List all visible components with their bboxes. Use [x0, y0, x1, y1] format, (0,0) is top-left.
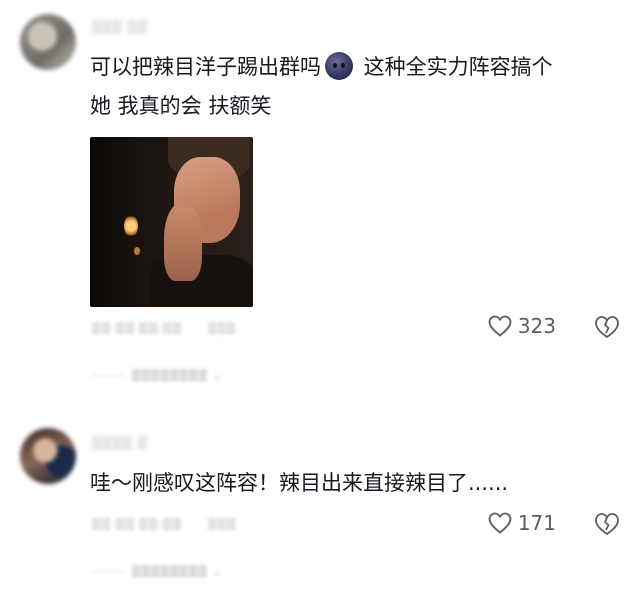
comment-date: ▒▒-▒▒ ▒▒:▒▒ — [92, 322, 182, 335]
like-button[interactable]: 171 — [488, 511, 556, 535]
hand — [164, 203, 202, 281]
comment-date: ▒▒-▒▒ ▒▒:▒▒ — [92, 518, 182, 531]
broken-heart-icon[interactable] — [594, 512, 620, 536]
avatar[interactable] — [20, 428, 76, 484]
expand-replies[interactable]: ▒▒▒▒▒▒▒▒ ⌄ — [92, 564, 222, 578]
heart-outline-icon — [488, 512, 512, 534]
lamp-light-small — [134, 247, 140, 255]
divider-line — [92, 374, 124, 376]
comment-text-part1: 可以把辣目洋子踢出群吗 — [90, 55, 321, 79]
comment-image[interactable] — [90, 137, 253, 307]
reply-button[interactable]: ▒▒▒ — [208, 322, 236, 335]
divider-line — [92, 570, 124, 572]
reply-button[interactable]: ▒▒▒ — [208, 518, 236, 531]
expand-replies[interactable]: ▒▒▒▒▒▒▒▒ ⌄ — [92, 368, 222, 382]
like-count: 323 — [517, 314, 556, 338]
comment-text: 可以把辣目洋子踢出群吗 这种全实力阵容搞个 她 我真的会 扶额笑 — [90, 48, 616, 126]
like-count: 171 — [517, 511, 556, 535]
dark-moon-face-emoji-icon — [325, 52, 353, 80]
comment-meta: ▒▒-▒▒ ▒▒:▒▒ ▒▒▒ — [92, 518, 236, 531]
username[interactable]: ▒▒▒▒ ▒ — [92, 436, 148, 450]
comment-text: 哇～刚感叹这阵容！辣目出来直接辣目了...... — [90, 471, 509, 495]
broken-heart-icon[interactable] — [594, 315, 620, 339]
expand-replies-label: ▒▒▒▒▒▒▒▒ ⌄ — [132, 368, 223, 382]
username[interactable]: ▒▒▒ ▒▒ — [92, 20, 148, 34]
like-button[interactable]: 323 — [488, 314, 556, 338]
expand-replies-label: ▒▒▒▒▒▒▒▒ ⌄ — [132, 564, 223, 578]
heart-outline-icon — [488, 315, 512, 337]
lamp-light — [124, 215, 138, 237]
comment-meta: ▒▒-▒▒ ▒▒:▒▒ ▒▒▒ — [92, 322, 236, 335]
avatar[interactable] — [20, 14, 76, 70]
